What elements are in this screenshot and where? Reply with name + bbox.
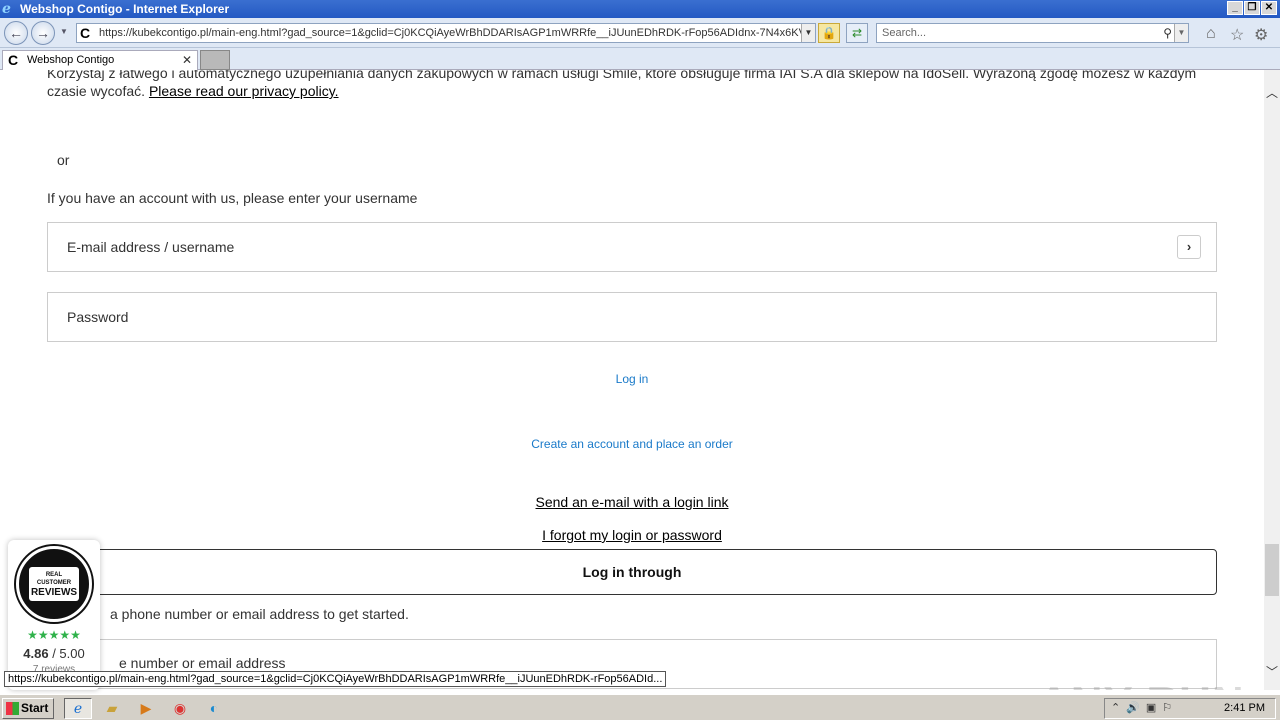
clock[interactable]: 2:41 PM xyxy=(1224,699,1265,718)
reviews-seal-icon: REAL CUSTOMER REVIEWS xyxy=(16,546,92,622)
window-title: Webshop Contigo - Internet Explorer xyxy=(20,2,230,16)
search-dropdown-icon[interactable]: ▼ xyxy=(1174,24,1188,42)
scroll-down-icon[interactable]: ﹀ xyxy=(1266,663,1278,680)
search-input[interactable]: Search... xyxy=(882,27,926,39)
login-link[interactable]: Log in xyxy=(0,372,1264,386)
login-through-button[interactable]: Log in through xyxy=(47,549,1217,595)
vertical-scrollbar[interactable]: ︿ ﹀ xyxy=(1264,70,1280,690)
privacy-policy-link[interactable]: Please read our privacy policy. xyxy=(149,83,339,99)
taskbar-folder-icon[interactable]: ▰ xyxy=(98,698,126,719)
forward-button[interactable]: → xyxy=(31,21,55,45)
login-intro-text: If you have an account with us, please e… xyxy=(47,190,418,206)
close-tab-icon[interactable]: ✕ xyxy=(182,51,192,69)
lock-icon[interactable]: 🔒 xyxy=(818,23,840,43)
address-dropdown-icon[interactable]: ▼ xyxy=(801,24,815,42)
send-login-link[interactable]: Send an e-mail with a login link xyxy=(0,494,1264,510)
rating-stars: ★★★★★ xyxy=(27,628,81,642)
rating-max: / 5.00 xyxy=(52,646,85,661)
status-bar-url: https://kubekcontigo.pl/main-eng.html?ga… xyxy=(4,671,667,687)
address-bar[interactable]: C https://kubekcontigo.pl/main-eng.html?… xyxy=(76,23,816,43)
favorites-star-icon[interactable]: ☆ xyxy=(1230,25,1244,45)
phone-intro-text: a phone number or email address to get s… xyxy=(110,606,409,622)
ie-logo-icon: e xyxy=(2,1,11,17)
new-tab-button[interactable] xyxy=(200,50,230,70)
taskbar-ie-icon[interactable]: e xyxy=(64,698,92,719)
forgot-password-link[interactable]: I forgot my login or password xyxy=(0,527,1264,543)
address-url: https://kubekcontigo.pl/main-eng.html?ga… xyxy=(99,27,816,39)
minimize-button[interactable]: _ xyxy=(1227,1,1243,15)
password-placeholder: Password xyxy=(67,309,129,325)
taskbar-media-icon[interactable]: ▶ xyxy=(132,698,160,719)
rating-score: 4.86 / 5.00 xyxy=(8,646,100,661)
tab-title: Webshop Contigo xyxy=(27,54,115,66)
windows-logo-icon xyxy=(6,702,19,715)
password-field[interactable]: Password xyxy=(47,292,1217,342)
scroll-up-icon[interactable]: ︿ xyxy=(1266,84,1278,101)
consent-text: Korzystaj z łatwego i automatycznego uzu… xyxy=(47,70,1207,100)
scrollbar-thumb[interactable] xyxy=(1265,544,1279,596)
back-button[interactable]: ← xyxy=(4,21,28,45)
taskbar: Start e ▰ ▶ ◉ ◐ ⌃🔊▣⚐ 2:41 PM xyxy=(0,694,1280,720)
search-box[interactable]: Search... ⚲ ▼ xyxy=(876,23,1189,43)
refresh-icon[interactable]: ⇄ xyxy=(846,23,868,43)
system-tray: ⌃🔊▣⚐ 2:41 PM xyxy=(1104,698,1276,719)
start-button[interactable]: Start xyxy=(2,698,54,719)
start-label: Start xyxy=(21,701,49,715)
gear-icon[interactable]: ⚙ xyxy=(1254,25,1268,45)
taskbar-edge-icon[interactable]: ◐ xyxy=(200,698,228,719)
chevron-right-icon[interactable]: › xyxy=(1177,235,1201,259)
email-field[interactable]: E-mail address / username › xyxy=(47,222,1217,272)
email-placeholder: E-mail address / username xyxy=(67,239,235,255)
search-icon[interactable]: ⚲ xyxy=(1163,24,1172,42)
taskbar-chrome-icon[interactable]: ◉ xyxy=(166,698,194,719)
rating-value: 4.86 xyxy=(23,646,49,661)
reviews-badge[interactable]: REAL CUSTOMER REVIEWS ★★★★★ 4.86 / 5.00 … xyxy=(8,540,100,690)
site-favicon-icon: C xyxy=(80,25,91,41)
close-window-button[interactable]: ✕ xyxy=(1261,1,1277,15)
title-bar: e Webshop Contigo - Internet Explorer _ … xyxy=(0,0,1280,18)
navigation-bar: ← → ▼ C https://kubekcontigo.pl/main-eng… xyxy=(0,18,1280,48)
history-dropdown-icon[interactable]: ▼ xyxy=(60,27,68,36)
seal-subtitle: REAL CUSTOMER xyxy=(36,572,72,586)
home-icon[interactable]: ⌂ xyxy=(1206,25,1216,43)
maximize-button[interactable]: ❐ xyxy=(1244,1,1260,15)
or-label: or xyxy=(57,152,70,168)
tray-icons[interactable]: ⌃🔊▣⚐ xyxy=(1111,699,1178,718)
phone-placeholder: e number or email address xyxy=(119,655,286,671)
tab-webshop-contigo[interactable]: C Webshop Contigo ✕ xyxy=(2,50,198,70)
seal-title: REVIEWS xyxy=(30,587,78,598)
tab-favicon-icon: C xyxy=(8,52,19,68)
anyrun-watermark: ANY RUN xyxy=(1038,678,1245,690)
page-content: Korzystaj z łatwego i automatycznego uzu… xyxy=(0,70,1264,690)
tab-bar: C Webshop Contigo ✕ xyxy=(0,48,1280,70)
create-account-link[interactable]: Create an account and place an order xyxy=(0,437,1264,451)
